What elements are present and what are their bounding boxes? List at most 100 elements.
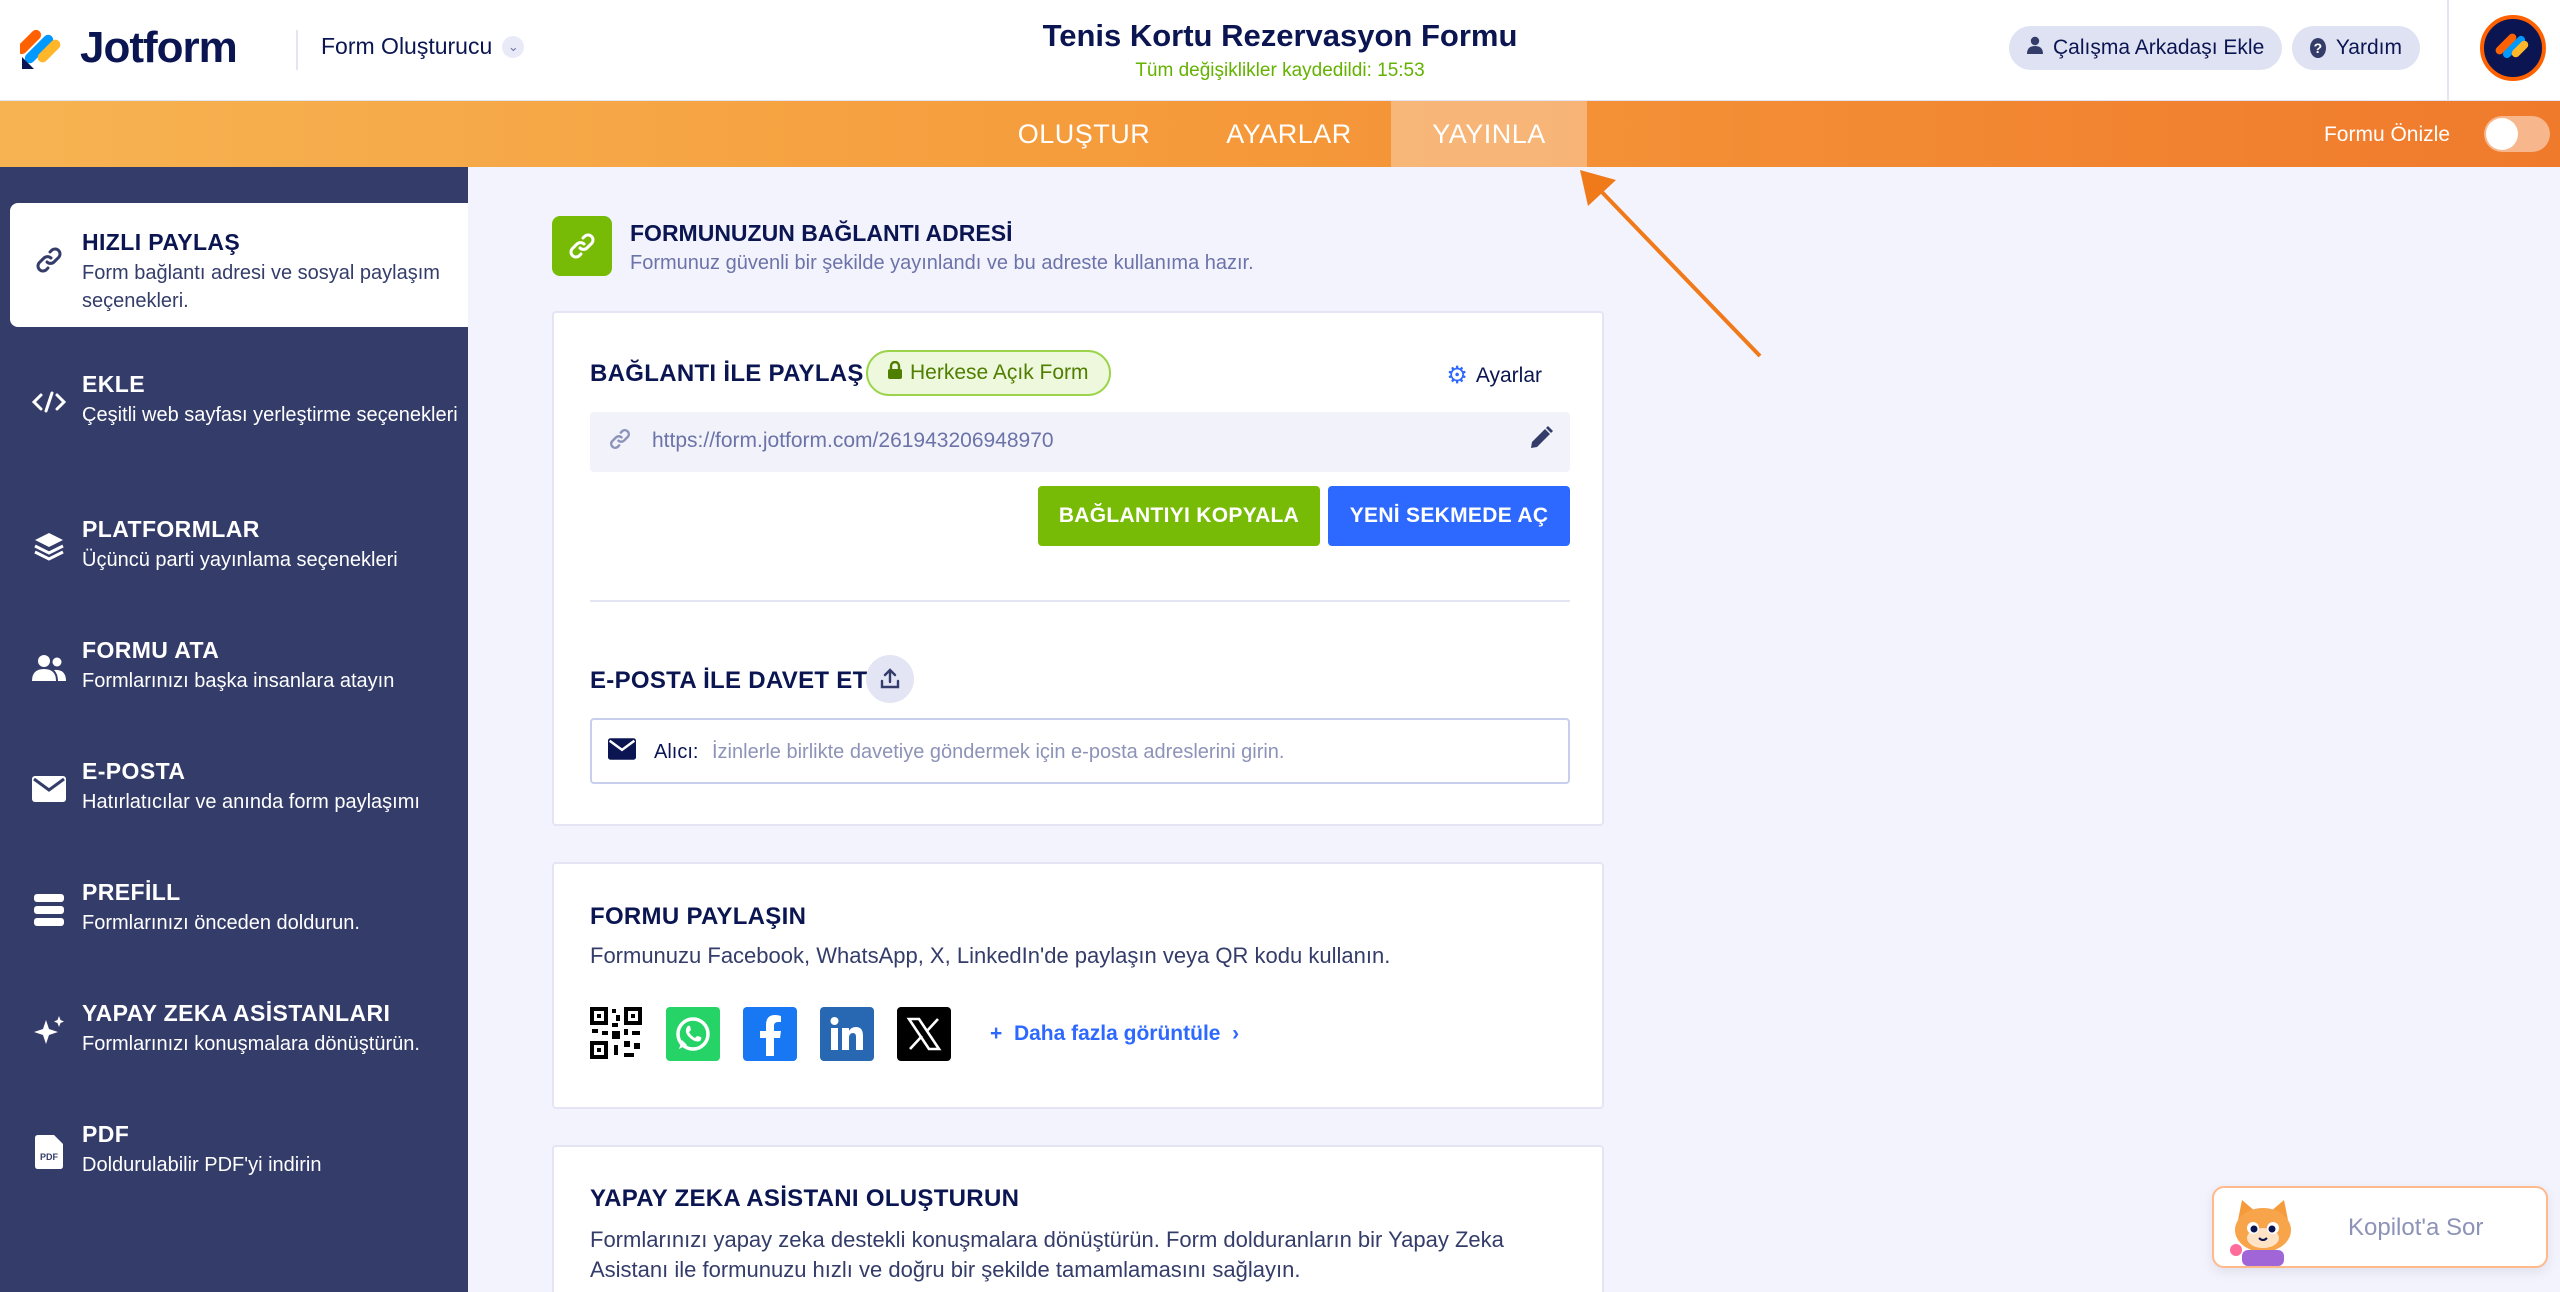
sidebar-item-title: YAPAY ZEKA ASİSTANLARI	[82, 1000, 391, 1026]
recipient-input[interactable]: Alıcı: İzinlerle birlikte davetiye gönde…	[590, 718, 1570, 784]
user-icon	[2027, 36, 2043, 60]
builder-dropdown[interactable]: Form Oluşturucu ⌄	[321, 33, 525, 60]
kopilot-chat-button[interactable]: Kopilot'a Sor	[2212, 1186, 2548, 1268]
public-form-badge[interactable]: Herkese Açık Form	[866, 350, 1111, 396]
show-more-button[interactable]: + Daha fazla görüntüle ›	[990, 1022, 1239, 1046]
facebook-icon[interactable]	[743, 1007, 797, 1061]
add-collaborator-label: Çalışma Arkadaşı Ekle	[2053, 36, 2265, 59]
copy-link-button[interactable]: BAĞLANTIYI KOPYALA	[1038, 486, 1320, 546]
sidebar-item-embed[interactable]: EKLE Çeşitli web sayfası yerleştirme seç…	[10, 345, 468, 469]
logo-wordmark: Jotform	[80, 23, 238, 72]
link-icon	[552, 216, 612, 276]
app-header: Jotform Form Oluşturucu ⌄ Tenis Kortu Re…	[0, 0, 2560, 101]
qr-code-icon[interactable]	[590, 1007, 642, 1059]
tab-ayarlar[interactable]: AYARLAR	[1205, 101, 1373, 167]
form-title[interactable]: Tenis Kortu Rezervasyon Formu	[880, 18, 1680, 54]
sidebar-item-title: EKLE	[82, 371, 145, 397]
share-link-title: BAĞLANTI İLE PAYLAŞ	[590, 360, 864, 387]
pdf-icon: PDF	[32, 1135, 66, 1169]
sidebar-item-email[interactable]: E-POSTA Hatırlatıcılar ve anında form pa…	[10, 732, 468, 856]
sidebar-item-quick-share[interactable]: HIZLI PAYLAŞ Form bağlantı adresi ve sos…	[10, 203, 468, 327]
preview-label: Formu Önizle	[2323, 123, 2450, 146]
lock-icon	[888, 360, 902, 385]
sidebar-item-assign[interactable]: FORMU ATA Formlarınızı başka insanlara a…	[10, 611, 468, 735]
kopilot-cat-avatar	[2228, 1198, 2298, 1266]
share-form-card: FORMU PAYLAŞIN Formunuzu Facebook, Whats…	[552, 862, 1604, 1109]
sidebar-item-pdf[interactable]: PDF PDF Doldurulabilir PDF'yi indirin	[10, 1095, 468, 1219]
sidebar-item-title: HIZLI PAYLAŞ	[82, 229, 241, 255]
email-invite-title: E-POSTA İLE DAVET ET	[590, 667, 868, 694]
add-collaborator-button[interactable]: Çalışma Arkadaşı Ekle	[2009, 26, 2283, 70]
link-icon	[32, 243, 66, 277]
help-label: Yardım	[2335, 36, 2402, 59]
open-new-tab-button[interactable]: YENİ SEKMEDE AÇ	[1328, 486, 1570, 546]
annotation-arrow	[1580, 170, 1762, 358]
upload-icon[interactable]	[866, 655, 914, 703]
sidebar-item-desc: Doldurulabilir PDF'yi indirin	[82, 1154, 322, 1176]
sparkles-icon	[32, 1014, 66, 1048]
preview-toggle[interactable]	[2484, 116, 2550, 152]
tab-yayinla[interactable]: YAYINLA	[1391, 101, 1587, 167]
linkedin-icon[interactable]	[820, 1007, 874, 1061]
share-link-card: BAĞLANTI İLE PAYLAŞ Herkese Açık Form ⚙ …	[552, 311, 1604, 826]
share-form-text: Formunuzu Facebook, WhatsApp, X, LinkedI…	[590, 943, 1391, 968]
x-twitter-icon[interactable]	[897, 1007, 951, 1061]
form-url-field[interactable]: https://form.jotform.com/261943206948970	[590, 412, 1570, 472]
ai-agent-text: Formlarınızı yapay zeka destekli konuşma…	[590, 1227, 1504, 1282]
ai-agent-card: YAPAY ZEKA ASİSTANI OLUŞTURUN Formlarını…	[552, 1145, 1604, 1292]
jotform-logo[interactable]: Jotform	[16, 20, 238, 76]
sidebar-item-title: FORMU ATA	[82, 637, 220, 663]
plus-icon: +	[990, 1022, 1003, 1045]
gear-icon: ⚙	[1446, 362, 1468, 389]
envelope-icon	[608, 736, 636, 767]
sidebar-item-desc: Form bağlantı adresi ve sosyal paylaşım …	[82, 262, 440, 312]
show-more-label: Daha fazla görüntüle	[1013, 1022, 1221, 1045]
tab-olustur[interactable]: OLUŞTUR	[1000, 101, 1168, 167]
sidebar-item-desc: Formlarınızı başka insanlara atayın	[82, 670, 395, 692]
sidebar-item-platforms[interactable]: PLATFORMLAR Üçüncü parti yayınlama seçen…	[10, 490, 468, 614]
sidebar-item-desc: Hatırlatıcılar ve anında form paylaşımı	[82, 791, 420, 813]
sidebar-item-title: E-POSTA	[82, 758, 186, 784]
header-divider	[296, 30, 298, 70]
link-icon	[608, 427, 632, 457]
toggle-knob	[2486, 118, 2518, 150]
chevron-right-icon: ›	[1232, 1022, 1240, 1045]
sidebar-item-prefill[interactable]: PREFİLL Formlarınızı önceden doldurun.	[10, 853, 468, 977]
sidebar-item-title: PREFİLL	[82, 879, 181, 905]
link-settings-label: Ayarlar	[1475, 363, 1542, 387]
help-icon: ?	[2310, 38, 2326, 58]
card-divider	[590, 600, 1570, 602]
sidebar-item-desc: Formlarınızı konuşmalara dönüştürün.	[82, 1033, 420, 1055]
pencil-icon[interactable]	[1528, 425, 1554, 458]
save-status: Tüm değişiklikler kaydedildi: 15:53	[1135, 60, 1425, 81]
recipient-label: Alıcı:	[654, 741, 699, 763]
jotform-logo-icon	[16, 25, 66, 71]
publish-sidebar: HIZLI PAYLAŞ Form bağlantı adresi ve sos…	[0, 167, 468, 1292]
builder-nav: OLUŞTUR AYARLAR YAYINLA Formu Önizle	[0, 101, 2560, 167]
chevron-down-icon: ⌄	[502, 35, 525, 58]
database-icon	[32, 893, 66, 927]
whatsapp-icon[interactable]	[666, 1007, 720, 1061]
kopilot-label: Kopilot'a Sor	[2348, 1214, 2484, 1241]
sidebar-item-desc: Formlarınızı önceden doldurun.	[82, 912, 360, 934]
header-divider-right	[2447, 0, 2449, 101]
sidebar-item-title: PLATFORMLAR	[82, 516, 260, 542]
layers-icon	[32, 530, 66, 564]
builder-label: Form Oluşturucu	[321, 33, 493, 59]
code-icon	[32, 385, 66, 419]
public-form-label: Herkese Açık Form	[910, 361, 1089, 384]
form-title-block: Tenis Kortu Rezervasyon Formu Tüm değişi…	[880, 18, 1680, 82]
help-button[interactable]: ? Yardım	[2292, 26, 2420, 70]
users-icon	[32, 651, 66, 685]
recipient-placeholder: İzinlerle birlikte davetiye göndermek iç…	[712, 741, 1285, 763]
form-url-text: https://form.jotform.com/261943206948970	[652, 429, 1054, 452]
ai-agent-title: YAPAY ZEKA ASİSTANI OLUŞTURUN	[590, 1185, 1020, 1212]
sidebar-item-desc: Çeşitli web sayfası yerleştirme seçenekl…	[82, 404, 458, 426]
sidebar-item-ai-agents[interactable]: YAPAY ZEKA ASİSTANLARI Formlarınızı konu…	[10, 974, 468, 1098]
link-settings-button[interactable]: ⚙ Ayarlar	[1446, 361, 1542, 390]
section-title: FORMUNUZUN BAĞLANTI ADRESİ	[630, 220, 1013, 246]
section-subtitle: Formunuz güvenli bir şekilde yayınlandı …	[630, 252, 1254, 274]
svg-text:PDF: PDF	[40, 1152, 59, 1162]
avatar[interactable]	[2480, 15, 2546, 81]
envelope-icon	[32, 772, 66, 806]
